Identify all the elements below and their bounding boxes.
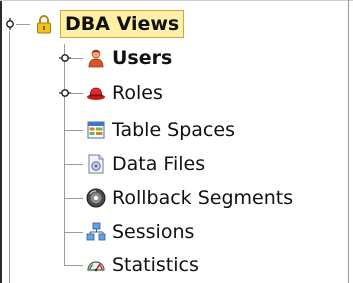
- panel-top-border: [0, 0, 353, 1]
- handle-collapsed-icon: [59, 89, 71, 97]
- tree-line-root: [9, 31, 10, 283]
- tree-item-label: Data Files: [112, 153, 206, 175]
- handle-expanded-icon: [6, 18, 14, 30]
- panel-left-border: [0, 0, 2, 283]
- tree-item-table-spaces[interactable]: Table Spaces: [86, 117, 235, 143]
- tree-branch-statistics: [64, 265, 83, 266]
- tree-item-sessions[interactable]: Sessions: [86, 219, 194, 245]
- tree-item-data-files[interactable]: Data Files: [86, 151, 205, 177]
- tree-item-roles[interactable]: Roles: [86, 80, 163, 106]
- handle-collapsed-icon: [59, 54, 71, 62]
- tree-branch-sessions: [64, 232, 83, 233]
- tree-item-label: Rollback Segments: [112, 187, 294, 209]
- network-icon: [86, 222, 106, 242]
- rollback-disc-icon: [86, 188, 106, 208]
- tree-item-users[interactable]: Users: [86, 45, 172, 71]
- selection-highlight: DBA Views: [60, 10, 185, 38]
- tree-branch-users: [71, 58, 83, 59]
- roles-expand-handle[interactable]: [58, 86, 72, 100]
- panel-right-border: [348, 0, 349, 283]
- tree-branch-data-files: [64, 164, 83, 165]
- tree-panel: DBA Views Users Roles Table Spaces Data …: [0, 0, 353, 283]
- gauge-icon: [86, 255, 106, 275]
- tree-branch-root: [16, 24, 30, 25]
- tree-root-dba-views[interactable]: DBA Views: [34, 10, 185, 38]
- tree-item-label: Statistics: [112, 254, 199, 276]
- lock-icon: [34, 14, 54, 34]
- tree-root-label: DBA Views: [65, 13, 180, 35]
- root-collapse-handle[interactable]: [3, 17, 17, 31]
- tree-item-label: Sessions: [112, 221, 195, 243]
- tree-item-label: Roles: [112, 82, 163, 104]
- tree-branch-rollback: [64, 198, 83, 199]
- tree-item-label: Table Spaces: [112, 119, 235, 141]
- tree-item-rollback-segments[interactable]: Rollback Segments: [86, 185, 293, 211]
- users-expand-handle[interactable]: [58, 51, 72, 65]
- table-icon: [86, 120, 106, 140]
- data-file-icon: [86, 154, 106, 174]
- tree-item-label: Users: [112, 47, 173, 69]
- tree-branch-table-spaces: [64, 130, 83, 131]
- red-hat-icon: [86, 83, 106, 103]
- tree-item-statistics[interactable]: Statistics: [86, 252, 199, 278]
- tree-branch-roles: [71, 93, 83, 94]
- user-icon: [86, 48, 106, 68]
